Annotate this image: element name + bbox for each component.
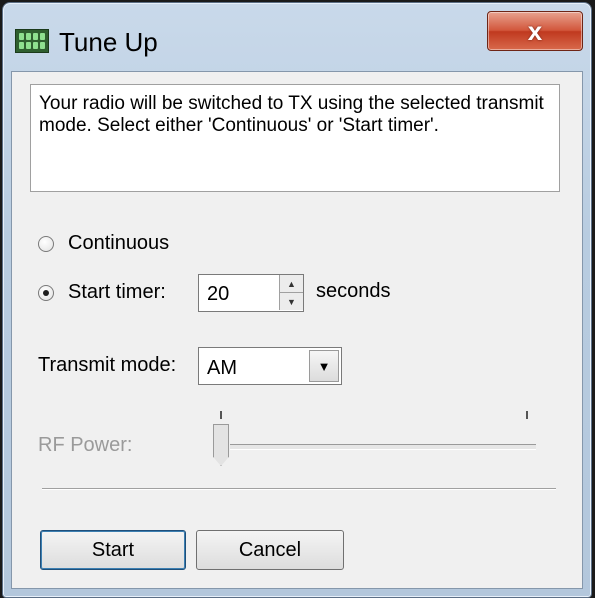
spin-up-icon[interactable]: ▲ [279, 275, 303, 292]
continuous-label: Continuous [68, 232, 170, 254]
dialog-body: Your radio will be switched to TX using … [11, 71, 583, 589]
close-button[interactable]: x [487, 11, 583, 51]
start-timer-radio[interactable] [38, 284, 54, 301]
title-bar[interactable]: Tune Up x [3, 3, 591, 71]
rf-power-slider-track[interactable] [230, 444, 536, 450]
transmit-mode-select[interactable]: AM ▼ [198, 347, 342, 385]
seconds-label: seconds [316, 280, 391, 302]
transmit-mode-value: AM [207, 357, 237, 379]
tune-up-dialog: Tune Up x Your radio will be switched to… [2, 2, 592, 598]
radio-app-icon [15, 29, 49, 53]
divider [42, 488, 556, 490]
window-title: Tune Up [59, 27, 158, 57]
rf-power-slider-thumb[interactable] [213, 424, 229, 466]
transmit-mode-label: Transmit mode: [38, 354, 177, 376]
slider-tick-max [526, 411, 528, 419]
start-timer-option[interactable]: Start timer: [38, 281, 166, 304]
info-message: Your radio will be switched to TX using … [30, 84, 560, 192]
chevron-down-icon[interactable]: ▼ [309, 350, 339, 382]
cancel-button[interactable]: Cancel [196, 530, 344, 570]
close-icon: x [527, 15, 543, 46]
timer-seconds-spinner[interactable]: 20 ▲ ▼ [198, 274, 304, 312]
timer-value[interactable]: 20 [207, 283, 229, 306]
slider-tick-min [220, 411, 222, 419]
spin-down-icon[interactable]: ▼ [279, 292, 303, 310]
continuous-radio[interactable] [38, 235, 54, 252]
start-button[interactable]: Start [40, 530, 186, 570]
continuous-option[interactable]: Continuous [38, 232, 169, 255]
rf-power-label: RF Power: [38, 434, 133, 456]
start-timer-label: Start timer: [68, 281, 166, 303]
